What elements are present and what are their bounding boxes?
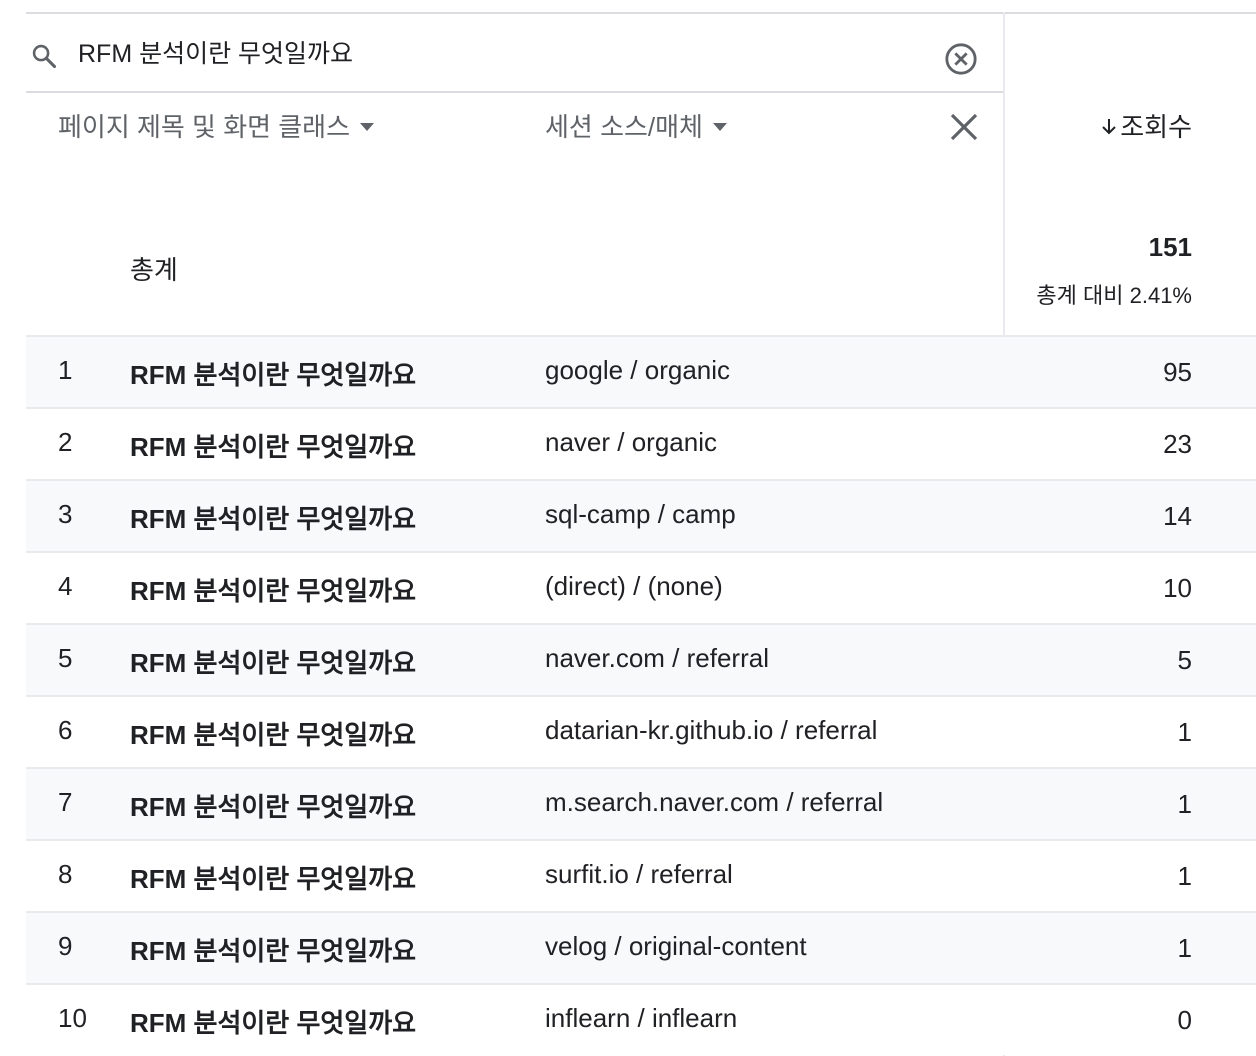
row-index: 2	[58, 427, 73, 457]
row-page-title: RFM 분석이란 무엇일까요	[130, 432, 417, 462]
table-row[interactable]: 2 RFM 분석이란 무엇일까요 naver / organic 23	[26, 407, 1256, 479]
row-index: 9	[58, 931, 73, 961]
row-index: 8	[58, 859, 73, 889]
row-page-title: RFM 분석이란 무엇일까요	[130, 936, 417, 966]
table-row[interactable]: 1 RFM 분석이란 무엇일까요 google / organic 95	[26, 335, 1256, 407]
search-icon	[32, 44, 57, 69]
table-row[interactable]: 7 RFM 분석이란 무엇일까요 m.search.naver.com / re…	[26, 767, 1256, 839]
row-source: surfit.io / referral	[545, 859, 733, 889]
search-bar	[26, 14, 1003, 92]
table-row[interactable]: 4 RFM 분석이란 무엇일까요 (direct) / (none) 10	[26, 551, 1256, 623]
table-row[interactable]: 5 RFM 분석이란 무엇일까요 naver.com / referral 5	[26, 623, 1256, 695]
dimension2-label: 세션 소스/매체	[545, 112, 703, 142]
row-page-title: RFM 분석이란 무엇일까요	[130, 576, 417, 606]
row-source: velog / original-content	[545, 931, 807, 961]
table-row[interactable]: 6 RFM 분석이란 무엇일까요 datarian-kr.github.io /…	[26, 695, 1256, 767]
row-views: 95	[1163, 357, 1192, 387]
row-views: 5	[1177, 645, 1192, 675]
row-views: 1	[1177, 717, 1192, 747]
row-source: m.search.naver.com / referral	[545, 787, 884, 817]
dimension1-label: 페이지 제목 및 화면 클래스	[58, 112, 351, 142]
row-index: 10	[58, 1003, 87, 1033]
row-source: (direct) / (none)	[545, 571, 723, 601]
row-source: google / organic	[545, 355, 731, 385]
row-page-title: RFM 분석이란 무엇일까요	[130, 720, 417, 750]
row-page-title: RFM 분석이란 무엇일까요	[130, 360, 417, 390]
table-row[interactable]: 10 RFM 분석이란 무엇일까요 inflearn / inflearn 0	[26, 983, 1256, 1055]
totals-value: 151	[1148, 232, 1192, 262]
row-page-title: RFM 분석이란 무엇일까요	[130, 504, 417, 534]
close-icon[interactable]	[948, 111, 980, 143]
metric-header[interactable]: 조회수	[1100, 107, 1192, 144]
clear-circle-icon[interactable]	[944, 42, 978, 76]
metric-label: 조회수	[1120, 112, 1192, 142]
caret-down-icon	[360, 123, 375, 131]
row-page-title: RFM 분석이란 무엇일까요	[130, 1008, 417, 1038]
row-index: 1	[58, 355, 73, 385]
row-source: naver.com / referral	[545, 643, 769, 673]
row-source: naver / organic	[545, 427, 717, 457]
totals-label: 총계	[130, 255, 178, 285]
dimension2-header[interactable]: 세션 소스/매체	[545, 107, 727, 144]
row-source: sql-camp / camp	[545, 499, 736, 529]
row-views: 14	[1163, 501, 1192, 531]
search-input[interactable]	[78, 34, 898, 70]
row-views: 10	[1163, 573, 1192, 603]
dimension1-header[interactable]: 페이지 제목 및 화면 클래스	[58, 107, 375, 144]
table-body: 1 RFM 분석이란 무엇일까요 google / organic 95 2 R…	[26, 335, 1256, 1055]
table-header: 페이지 제목 및 화면 클래스 세션 소스/매체 조회수	[26, 93, 1256, 173]
table-row[interactable]: 9 RFM 분석이란 무엇일까요 velog / original-conten…	[26, 911, 1256, 983]
row-views: 23	[1163, 429, 1192, 459]
row-views: 1	[1177, 789, 1192, 819]
row-page-title: RFM 분석이란 무엇일까요	[130, 792, 417, 822]
report-table: 페이지 제목 및 화면 클래스 세션 소스/매체 조회수 총계 151 총계 대…	[0, 0, 1256, 1056]
row-index: 7	[58, 787, 73, 817]
row-page-title: RFM 분석이란 무엇일까요	[130, 648, 417, 678]
row-index: 6	[58, 715, 73, 745]
table-row[interactable]: 8 RFM 분석이란 무엇일까요 surfit.io / referral 1	[26, 839, 1256, 911]
caret-down-icon	[712, 123, 727, 131]
table-row[interactable]: 3 RFM 분석이란 무엇일까요 sql-camp / camp 14	[26, 479, 1256, 551]
row-index: 4	[58, 571, 73, 601]
row-source: datarian-kr.github.io / referral	[545, 715, 878, 745]
row-index: 5	[58, 643, 73, 673]
row-source: inflearn / inflearn	[545, 1003, 738, 1033]
row-index: 3	[58, 499, 73, 529]
row-page-title: RFM 분석이란 무엇일까요	[130, 864, 417, 894]
arrow-down-icon	[1102, 118, 1116, 134]
row-views: 0	[1177, 1005, 1192, 1035]
row-views: 1	[1177, 933, 1192, 963]
totals-percent: 총계 대비 2.41%	[1036, 283, 1192, 308]
row-views: 1	[1177, 861, 1192, 891]
